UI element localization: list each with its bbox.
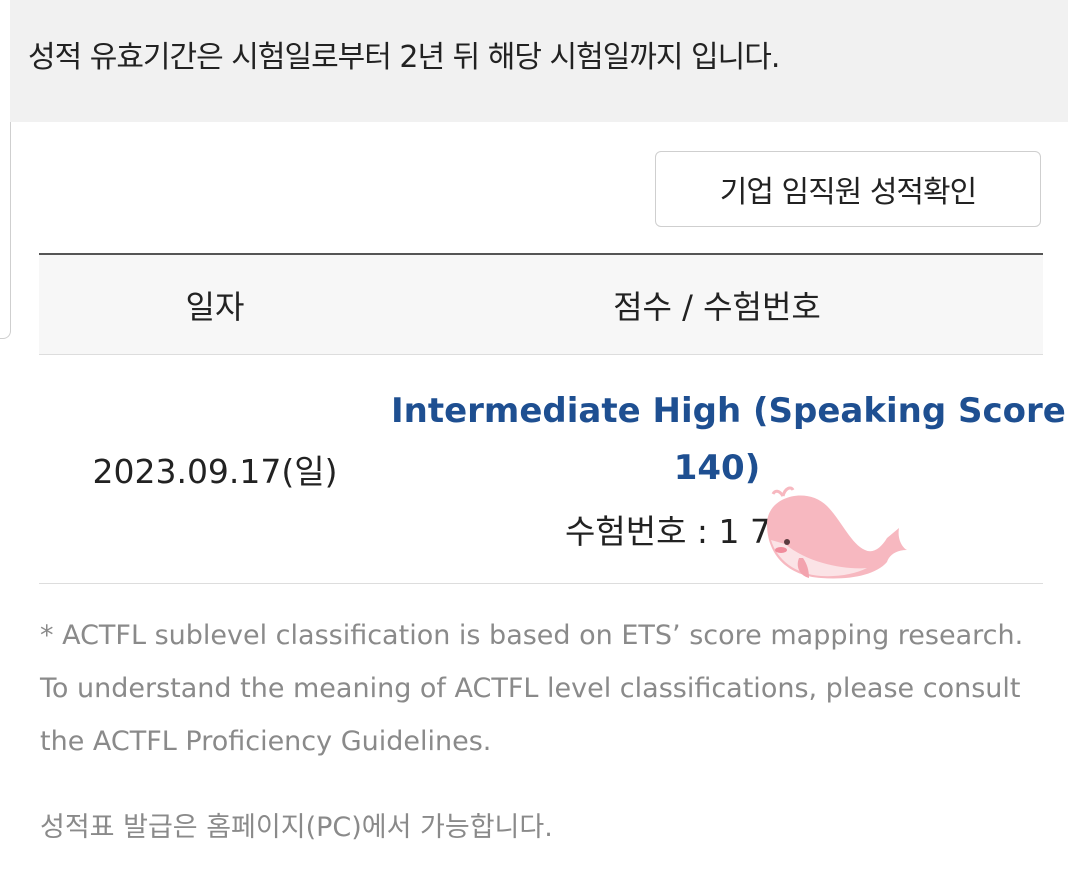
- exam-number: 수험번호 : 1 7: [565, 512, 772, 551]
- whale-sticker-icon: [767, 486, 907, 579]
- validity-notice: 성적 유효기간은 시험일로부터 2년 뒤 해당 시험일까지 입니다.: [10, 0, 1068, 122]
- note-line-2: To understand the meaning of ACTFL level…: [40, 673, 1021, 704]
- corporate-employee-score-button[interactable]: 기업 임직원 성적확인: [655, 151, 1041, 227]
- score-value-text[interactable]: 140): [391, 448, 1043, 488]
- score-cell-overlay: Intermediate High (Speaking Score 140) 수…: [391, 253, 1066, 583]
- row-date: 2023.09.17(일): [92, 452, 338, 491]
- score-level-text[interactable]: Intermediate High (Speaking Score: [391, 391, 1066, 431]
- note-line-1: * ACTFL sublevel classification is based…: [40, 620, 1024, 651]
- header-date: 일자: [185, 288, 245, 326]
- issue-notice-text: 성적표 발급은 홈페이지(PC)에서 가능합니다.: [40, 812, 553, 843]
- note-line-3: the ACTFL Proficiency Guidelines.: [40, 726, 492, 757]
- validity-notice-text: 성적 유효기간은 시험일로부터 2년 뒤 해당 시험일까지 입니다.: [28, 40, 780, 75]
